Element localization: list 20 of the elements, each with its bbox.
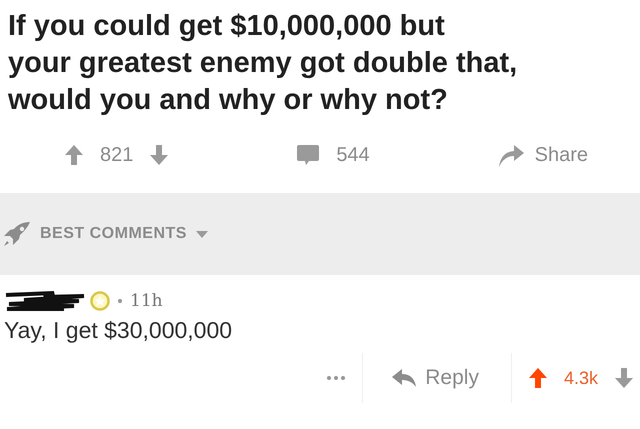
more-icon[interactable]: [326, 375, 346, 381]
sort-dropdown[interactable]: BEST COMMENTS: [0, 221, 209, 247]
share-icon: [496, 142, 525, 168]
share-button[interactable]: Share: [496, 142, 588, 168]
upvote-icon[interactable]: [528, 367, 548, 389]
downvote-icon[interactable]: [614, 367, 634, 389]
comment-icon[interactable]: [296, 144, 320, 166]
upvote-icon[interactable]: [64, 144, 84, 166]
comment-time: 11h: [130, 291, 163, 311]
caret-icon: [194, 229, 209, 239]
comment-count: 544: [336, 144, 370, 166]
post-title: If you could get $10,000,000 but your greatest enemy got double that, would you and why or why not?: [8, 9, 518, 118]
star-badge-icon: [90, 291, 110, 311]
reply-icon: [391, 368, 418, 388]
reply-button[interactable]: Reply: [379, 366, 495, 390]
separator-dot: [118, 299, 122, 303]
comment-score: 4.3k: [564, 368, 598, 388]
post-score: 821: [100, 144, 134, 166]
comment-text: Yay, I get $30,000,000: [4, 317, 234, 344]
downvote-icon[interactable]: [149, 144, 170, 166]
